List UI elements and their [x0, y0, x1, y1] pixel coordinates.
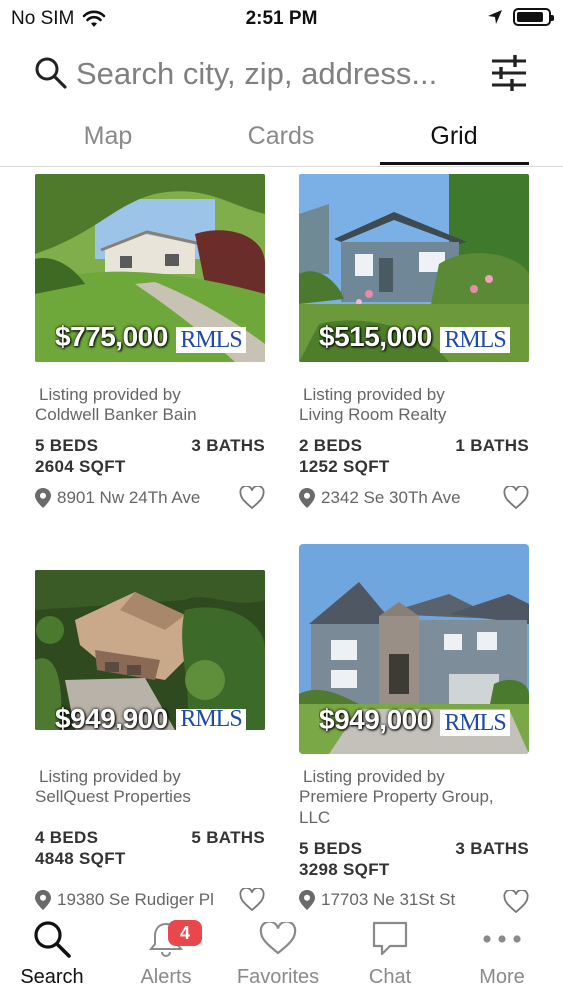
rmls-watermark: RMLS	[176, 707, 246, 730]
listing-address-text: 17703 Ne 31St St	[321, 890, 456, 909]
location-pin-icon	[299, 890, 315, 910]
status-bar: No SIM 2:51 PM	[0, 0, 563, 36]
listing-beds: 5 BEDS	[299, 839, 363, 858]
listing-provided-label: Listing provided by	[303, 385, 445, 404]
listing-card[interactable]: $775,000 RMLS Listing provided by Coldwe…	[35, 174, 265, 514]
favorite-heart-icon[interactable]	[239, 888, 265, 912]
rmls-watermark: RMLS	[176, 327, 246, 353]
listing-photo[interactable]: $949,900 RMLS	[35, 570, 265, 730]
tabbar-label: More	[479, 966, 525, 988]
location-pin-icon	[35, 890, 51, 910]
view-tabs: Map Cards Grid	[0, 112, 563, 167]
listing-price: $775,000	[55, 321, 168, 352]
listing-address-text: 8901 Nw 24Th Ave	[57, 488, 201, 507]
active-tab-indicator	[380, 162, 529, 165]
listing-broker: Coldwell Banker Bain	[35, 405, 197, 424]
listing-provided-label: Listing provided by	[39, 767, 181, 786]
listing-price: $949,900	[55, 703, 168, 730]
listing-card[interactable]: $949,900 RMLS Listing provided by SellQu…	[35, 570, 265, 916]
tab-map[interactable]: Map	[33, 122, 183, 151]
listing-address: 17703 Ne 31St St	[299, 890, 455, 910]
tabbar-item-favorites[interactable]: Favorites	[222, 916, 334, 989]
listing-provided-label: Listing provided by	[39, 385, 181, 404]
listing-address-text: 2342 Se 30Th Ave	[321, 488, 461, 507]
favorite-heart-icon[interactable]	[239, 486, 265, 510]
listing-beds: 5 BEDS	[35, 436, 99, 455]
favorite-heart-icon[interactable]	[503, 890, 529, 914]
listing-photo[interactable]: $515,000 RMLS	[299, 174, 529, 362]
listing-sqft: 1252 SQFT	[299, 457, 390, 476]
listing-card[interactable]: $949,000 RMLS Listing provided by Premie…	[299, 544, 529, 916]
listing-photo[interactable]: $949,000 RMLS	[299, 544, 529, 754]
alerts-count-badge: 4	[168, 920, 202, 946]
tabbar-label: Alerts	[140, 966, 192, 988]
listing-beds: 4 BEDS	[35, 828, 99, 847]
listing-address: 8901 Nw 24Th Ave	[35, 488, 200, 508]
listing-sqft: 4848 SQFT	[35, 849, 126, 868]
tabbar-item-chat[interactable]: Chat	[334, 916, 446, 989]
tabbar-label: Search	[20, 966, 84, 988]
rmls-watermark: RMLS	[440, 327, 510, 353]
tab-grid[interactable]: Grid	[379, 122, 529, 151]
listing-baths: 1 BATHS	[455, 436, 529, 455]
location-pin-icon	[299, 488, 315, 508]
bottom-tab-bar: Search 4 Alerts Favorites Chat More	[0, 916, 563, 1000]
tabbar-item-search[interactable]: Search	[0, 916, 108, 989]
filter-sliders-icon[interactable]	[490, 54, 528, 92]
listing-baths: 3 BATHS	[191, 436, 265, 455]
more-dots-icon	[483, 935, 521, 943]
location-pin-icon	[35, 488, 51, 508]
chat-bubble-icon	[372, 921, 408, 956]
listing-beds: 2 BEDS	[299, 436, 363, 455]
listing-baths: 5 BATHS	[191, 828, 265, 847]
heart-icon	[259, 922, 297, 955]
tabbar-item-alerts[interactable]: 4 Alerts	[110, 916, 222, 989]
search-icon	[34, 921, 71, 958]
clock: 2:51 PM	[245, 8, 318, 29]
favorite-heart-icon[interactable]	[503, 486, 529, 510]
listing-provided-label: Listing provided by	[303, 767, 445, 786]
status-indicators	[487, 8, 554, 26]
listing-photo[interactable]: $775,000 RMLS	[35, 174, 265, 362]
tab-cards[interactable]: Cards	[206, 122, 356, 151]
listing-broker: SellQuest Properties	[35, 787, 191, 806]
listing-broker: Premiere Property Group, LLC	[299, 787, 494, 827]
tabbar-label: Favorites	[236, 966, 320, 988]
rmls-watermark: RMLS	[440, 710, 510, 736]
search-icon	[35, 57, 67, 89]
listing-price: $949,000	[319, 704, 432, 735]
listing-card[interactable]: $515,000 RMLS Listing provided by Living…	[299, 174, 529, 514]
search-input[interactable]	[76, 54, 476, 94]
listing-broker: Living Room Realty	[299, 405, 447, 424]
tabbar-item-more[interactable]: More	[446, 916, 558, 989]
battery-icon	[513, 8, 554, 26]
listing-sqft: 2604 SQFT	[35, 457, 126, 476]
search-bar	[0, 48, 563, 102]
listing-baths: 3 BATHS	[455, 839, 529, 858]
tabbar-label: Chat	[368, 966, 412, 988]
listing-address: 19380 Se Rudiger Pl	[35, 890, 214, 910]
listing-address: 2342 Se 30Th Ave	[299, 488, 461, 508]
listing-address-text: 19380 Se Rudiger Pl	[57, 890, 214, 909]
listing-price: $515,000	[319, 321, 432, 352]
listing-sqft: 3298 SQFT	[299, 860, 390, 879]
location-arrow-icon	[488, 10, 502, 24]
